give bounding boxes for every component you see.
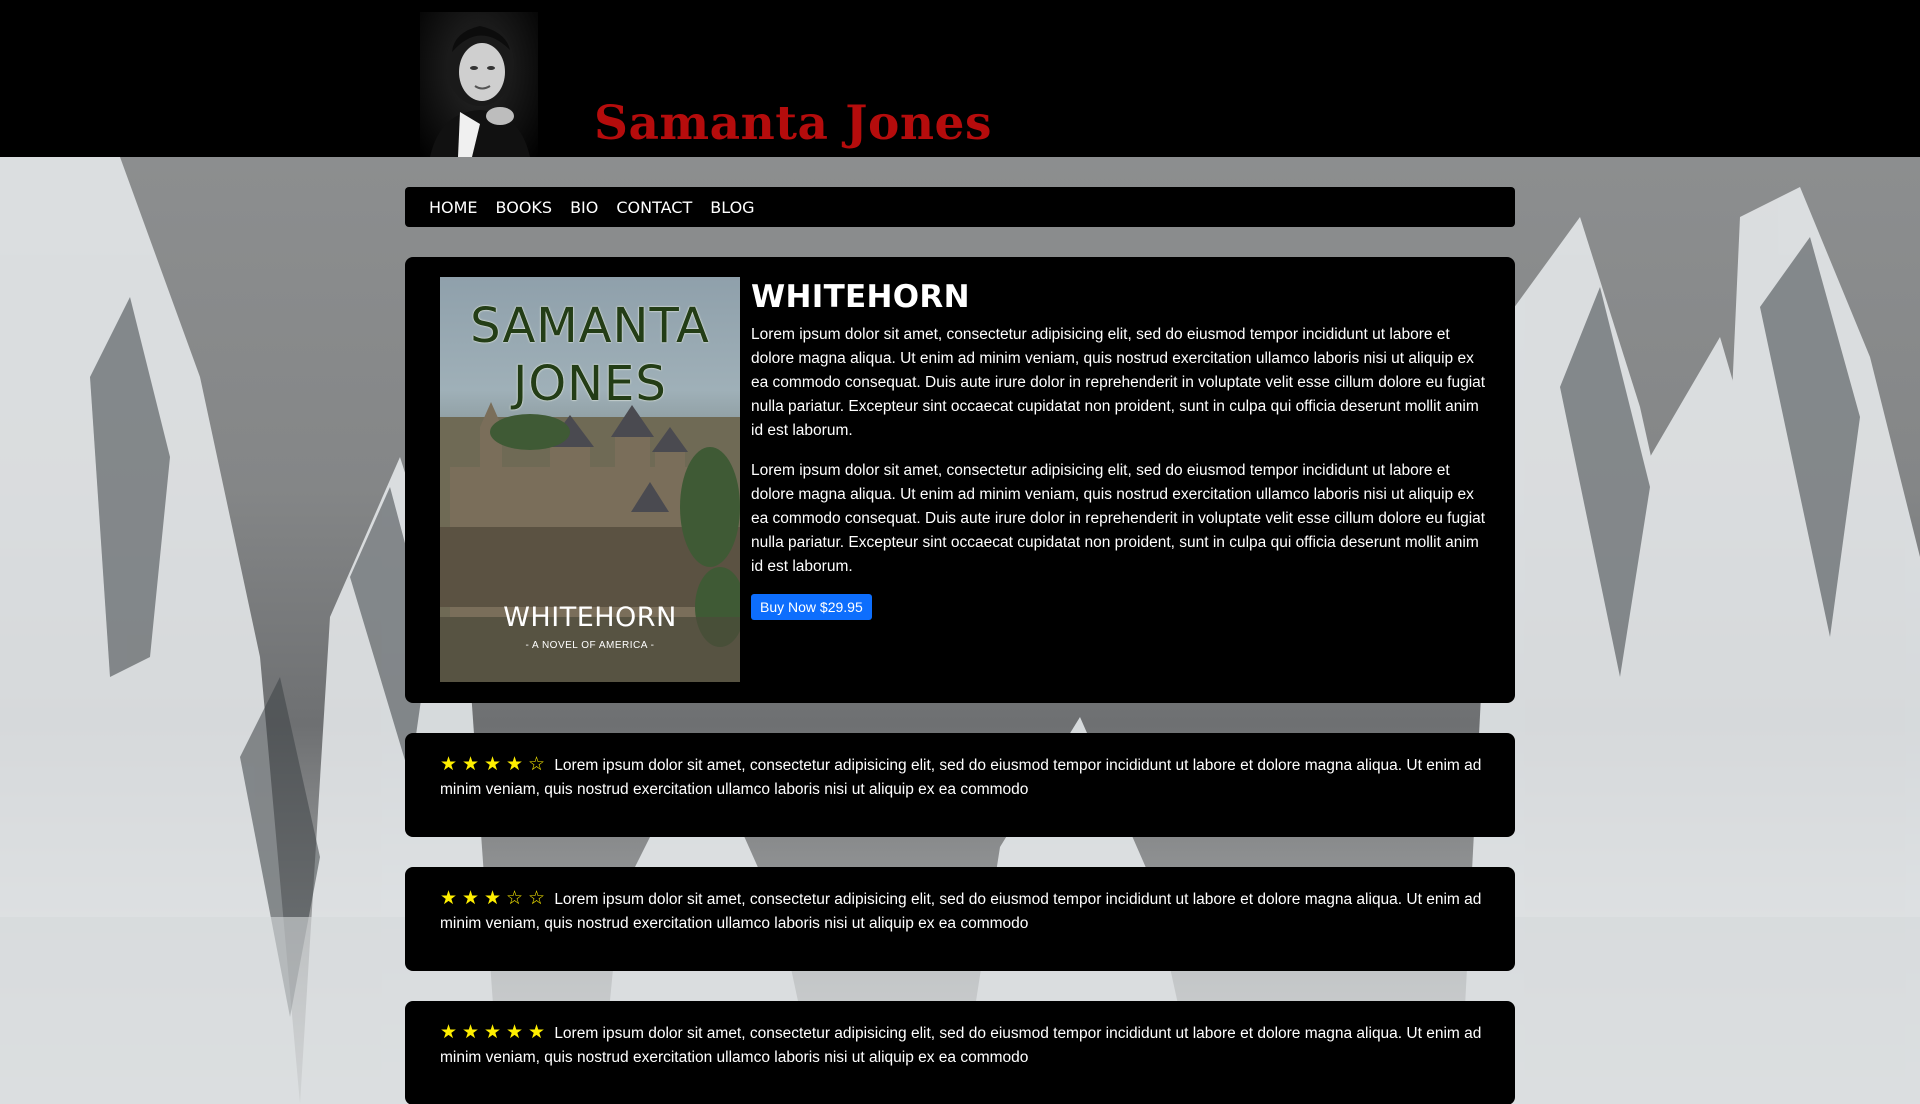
buy-now-button[interactable]: Buy Now $29.95	[751, 594, 872, 620]
star-rating: ★ ★ ★ ★ ★	[440, 1022, 550, 1043]
book-panel: SAMANTA JONES WHITEHORN - A NOVEL OF AME…	[405, 257, 1515, 703]
cover-subtitle: - A NOVEL OF AMERICA -	[525, 640, 655, 651]
star-filled-icon: ★	[506, 754, 525, 775]
author-portrait	[420, 12, 538, 157]
book-info: WHITEHORN Lorem ipsum dolor sit amet, co…	[751, 279, 1491, 620]
review-text-block: ★ ★ ★ ★ ★ Lorem ipsum dolor sit amet, consec…	[440, 1021, 1490, 1070]
star-filled-icon: ★	[462, 1022, 481, 1043]
star-filled-icon: ★	[528, 1022, 547, 1043]
nav-item-blog[interactable]: BLOG	[710, 198, 754, 217]
cover-title: WHITEHORN	[503, 602, 677, 633]
star-empty-icon: ☆	[528, 754, 547, 775]
star-filled-icon: ★	[440, 754, 459, 775]
star-rating: ★ ★ ★ ☆ ☆	[440, 888, 550, 909]
star-filled-icon: ★	[506, 1022, 525, 1043]
review-text: Lorem ipsum dolor sit amet, consectetur …	[440, 757, 1482, 798]
star-empty-icon: ☆	[528, 888, 547, 909]
nav-item-books[interactable]: BOOKS	[496, 198, 553, 217]
star-filled-icon: ★	[462, 888, 481, 909]
book-title: WHITEHORN	[751, 279, 970, 315]
review-card: ★ ★ ★ ★ ★ Lorem ipsum dolor sit amet, consec…	[405, 1001, 1515, 1104]
nav-item-bio[interactable]: BIO	[570, 198, 598, 217]
star-filled-icon: ★	[440, 1022, 459, 1043]
star-filled-icon: ★	[440, 888, 459, 909]
cover-author: SAMANTA JONES	[470, 298, 710, 412]
review-text-block: ★ ★ ★ ☆ ☆ Lorem ipsum dolor sit amet, consec…	[440, 887, 1490, 936]
book-description-2: Lorem ipsum dolor sit amet, consectetur …	[751, 462, 1486, 575]
nav-item-contact[interactable]: CONTACT	[616, 198, 692, 217]
book-cover[interactable]: SAMANTA JONES WHITEHORN - A NOVEL OF AME…	[440, 277, 740, 682]
review-text: Lorem ipsum dolor sit amet, consectetur …	[440, 1025, 1482, 1066]
star-empty-icon: ☆	[506, 888, 525, 909]
star-filled-icon: ★	[484, 888, 503, 909]
site-header: Samanta Jones	[0, 0, 1920, 157]
star-filled-icon: ★	[484, 754, 503, 775]
main-nav: HOME BOOKS BIO CONTACT BLOG	[405, 187, 1515, 227]
review-text: Lorem ipsum dolor sit amet, consectetur …	[440, 891, 1482, 932]
review-card: ★ ★ ★ ★ ☆ Lorem ipsum dolor sit amet, consec…	[405, 733, 1515, 837]
review-card: ★ ★ ★ ☆ ☆ Lorem ipsum dolor sit amet, consec…	[405, 867, 1515, 971]
star-filled-icon: ★	[484, 1022, 503, 1043]
book-description-1: Lorem ipsum dolor sit amet, consectetur …	[751, 326, 1486, 439]
nav-item-home[interactable]: HOME	[429, 198, 478, 217]
star-filled-icon: ★	[462, 754, 481, 775]
site-title: Samanta Jones	[594, 96, 992, 151]
review-text-block: ★ ★ ★ ★ ☆ Lorem ipsum dolor sit amet, consec…	[440, 753, 1490, 802]
star-rating: ★ ★ ★ ★ ☆	[440, 754, 550, 775]
